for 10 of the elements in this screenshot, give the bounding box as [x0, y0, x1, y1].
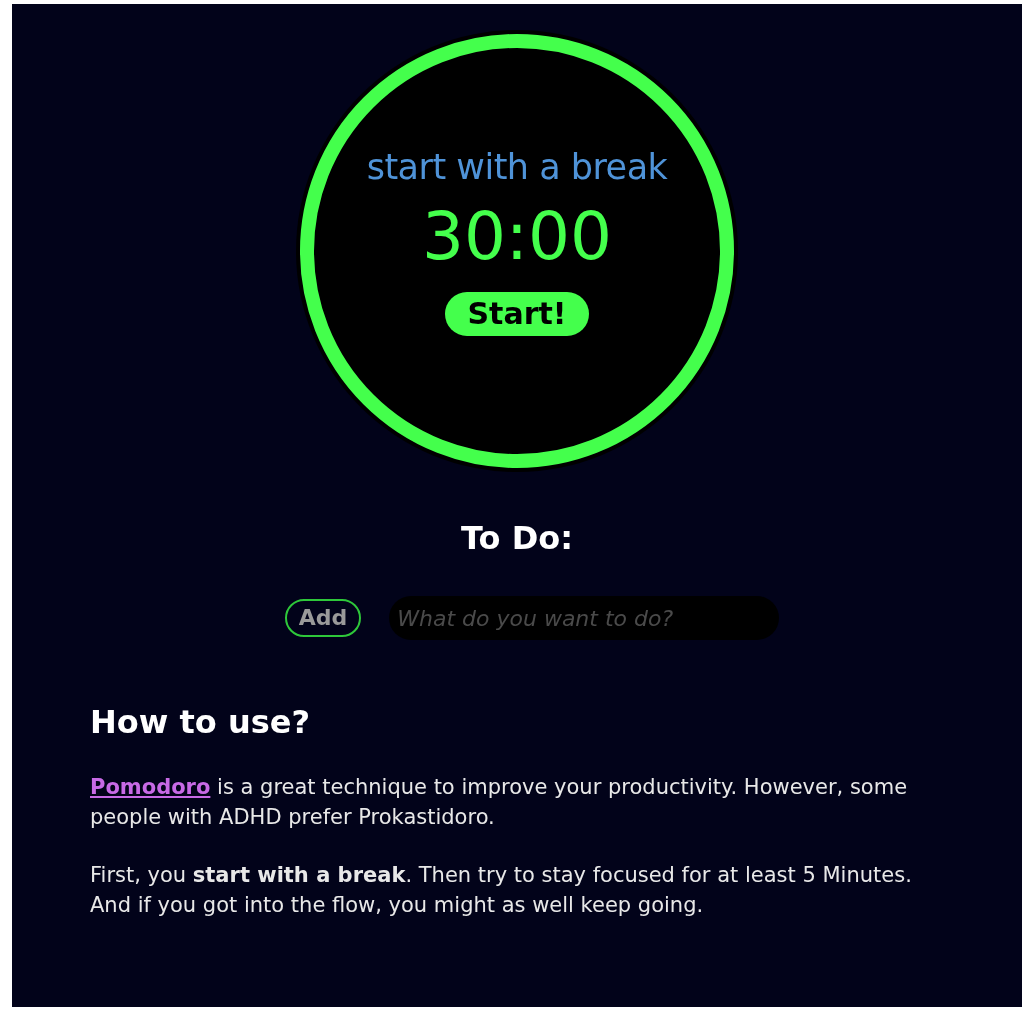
todo-input-field[interactable]: What do you want to do? [389, 596, 780, 640]
section-heading: How to use? [90, 702, 311, 742]
timer-mode-label: start with a break [366, 146, 668, 189]
help-paragraph: First, you start with a break. Then try to stay focused for at least 5 Minutes. And if you got into the flow, you might as well keep going. [90, 862, 913, 919]
start-button[interactable]: Start! [445, 291, 589, 336]
todo-heading: To Do: [460, 518, 573, 558]
add-button[interactable]: Add [284, 599, 362, 637]
help-paragraph: Pomodoro is a great technique to improve your productivity. However, some people with ADHD prefer Prokastidoro. [90, 774, 909, 831]
timer-display: 30:00 [421, 203, 613, 270]
pomodoro-link[interactable]: Pomodoro [90, 775, 211, 799]
